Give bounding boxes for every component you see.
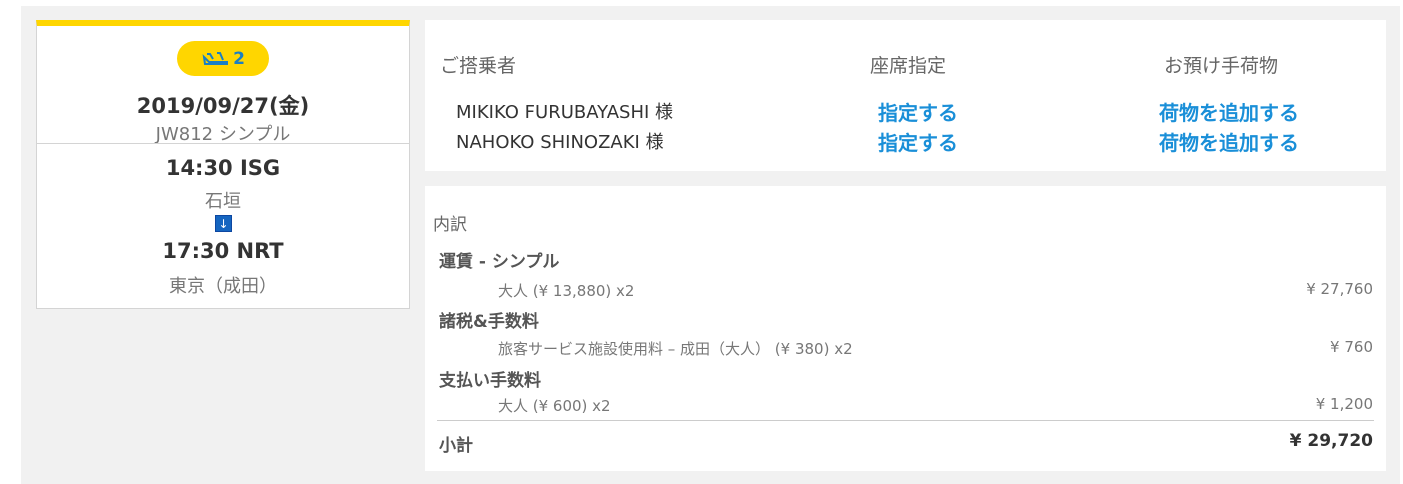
arrival-time: 17:30 NRT — [162, 239, 284, 263]
payment-fee-amount: ¥ 1,200 — [1315, 395, 1373, 413]
subtotal-label: 小計 — [439, 436, 473, 456]
baggage-header: お預け手荷物 — [1164, 55, 1279, 77]
tax-amount: ¥ 760 — [1330, 338, 1373, 356]
departure-city: 石垣 — [205, 191, 241, 212]
tax-item: 旅客サービス施設使用料 – 成田（大人） (¥ 380) x2 — [498, 340, 853, 358]
flight-card: 2 2019/09/27(金) JW812 シンプル 14:30 ISG 石垣 … — [36, 20, 410, 309]
departure-time: 14:30 ISG — [165, 156, 281, 180]
passenger-panel: ご搭乗者 座席指定 お預け手荷物 MIKIKO FURUBAYASHI 様 指定… — [425, 20, 1386, 171]
price-breakdown: 内訳 運賃 - シンプル 大人 (¥ 13,880) x2 ¥ 27,760 諸… — [425, 186, 1386, 471]
arrival-city: 東京（成田） — [169, 276, 277, 297]
passenger-count: 2 — [233, 48, 245, 69]
plane-landing-icon — [202, 51, 229, 65]
flight-date: 2019/09/27(金) — [136, 94, 310, 118]
fare-amount: ¥ 27,760 — [1306, 280, 1373, 298]
subtotal-divider — [437, 420, 1374, 421]
fare-category: 運賃 - シンプル — [439, 252, 560, 272]
subtotal-amount: ¥ 29,720 — [1289, 431, 1373, 451]
arrow-down-icon: ↓ — [215, 215, 232, 232]
breakdown-title: 内訳 — [433, 215, 467, 235]
card-divider — [37, 143, 409, 144]
payment-fee-item: 大人 (¥ 600) x2 — [498, 397, 611, 415]
add-baggage-link[interactable]: 荷物を追加する — [1159, 127, 1299, 156]
add-baggage-link[interactable]: 荷物を追加する — [1159, 97, 1299, 126]
passenger-name: NAHOKO SHINOZAKI 様 — [456, 132, 664, 153]
passenger-count-badge: 2 — [177, 41, 269, 76]
passenger-header: ご搭乗者 — [440, 55, 517, 77]
seat-header: 座席指定 — [870, 55, 947, 77]
fare-item: 大人 (¥ 13,880) x2 — [498, 282, 635, 300]
passenger-name: MIKIKO FURUBAYASHI 様 — [456, 102, 674, 123]
select-seat-link[interactable]: 指定する — [878, 127, 958, 156]
select-seat-link[interactable]: 指定する — [878, 97, 958, 126]
payment-fee-category: 支払い手数料 — [439, 371, 541, 391]
tax-category: 諸税&手数料 — [439, 312, 539, 332]
